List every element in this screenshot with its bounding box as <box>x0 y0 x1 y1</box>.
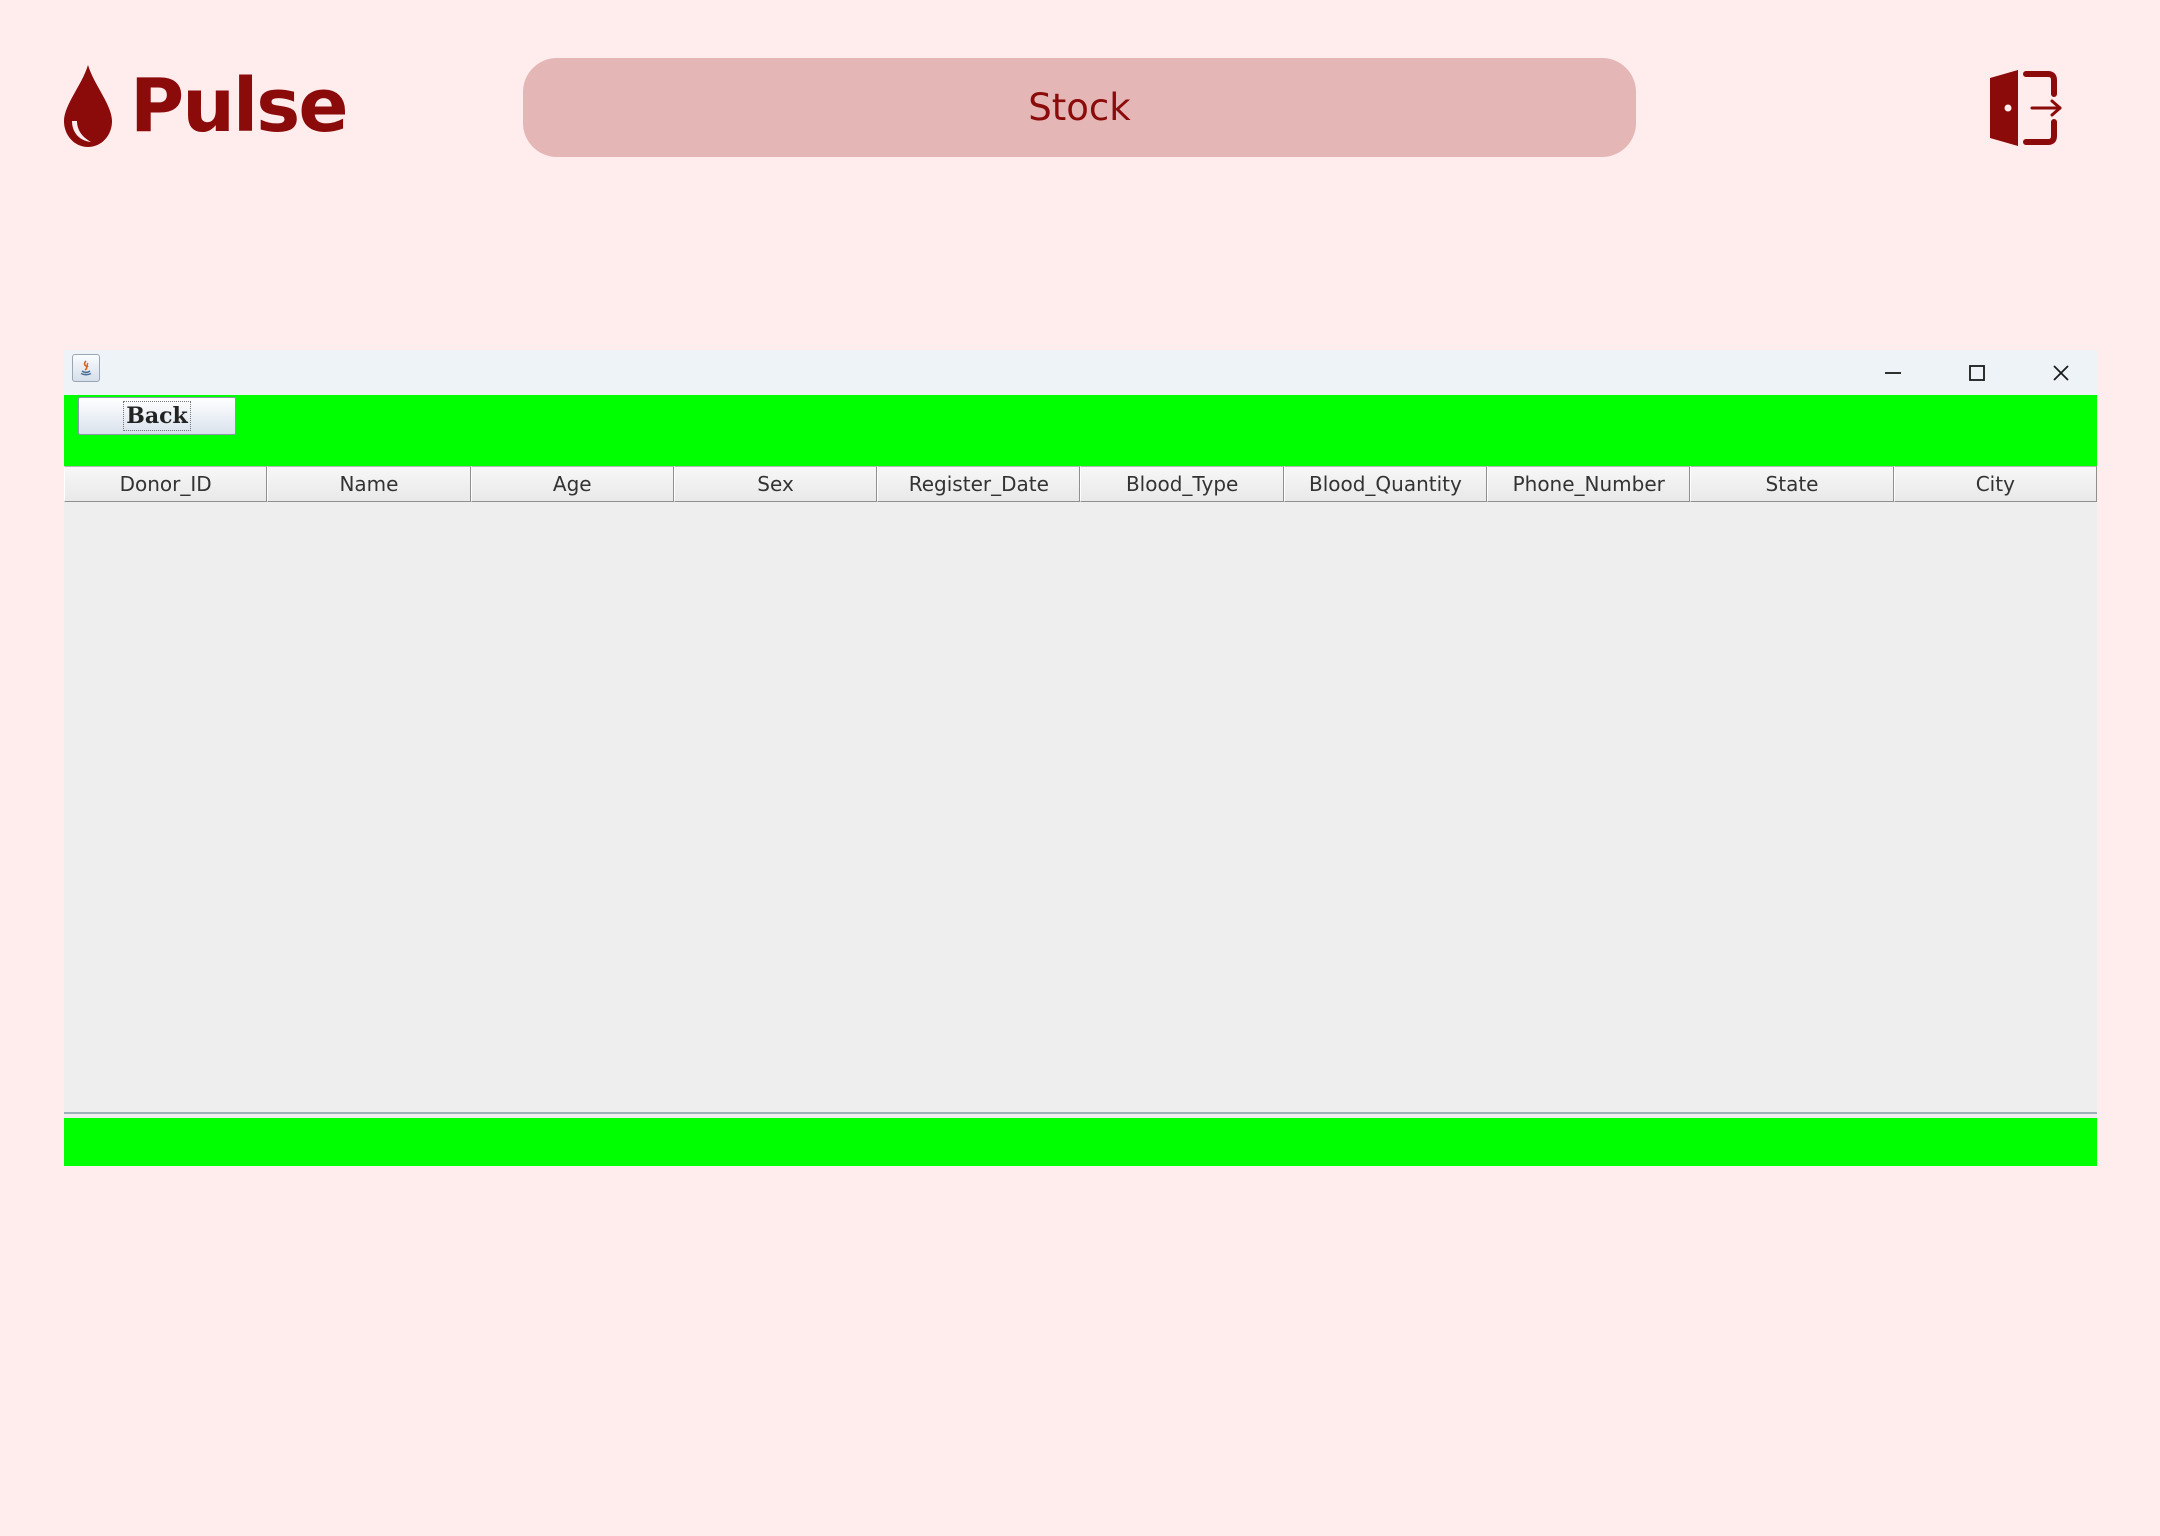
maximize-icon <box>1969 364 1985 381</box>
maximize-button[interactable] <box>1935 350 2019 395</box>
column-header-phone-number[interactable]: Phone_Number <box>1487 466 1691 502</box>
table-header: Donor_ID Name Age Sex Register_Date Bloo… <box>64 466 2097 502</box>
close-icon <box>2053 364 2069 381</box>
column-header-blood-type[interactable]: Blood_Type <box>1080 466 1284 502</box>
window-titlebar[interactable] <box>64 350 2097 395</box>
column-header-name[interactable]: Name <box>267 466 471 502</box>
footer-panel <box>64 1118 2097 1166</box>
stock-window: Back Donor_ID Name Age Sex Register_Date… <box>64 350 2097 1166</box>
blood-drop-icon <box>64 65 112 147</box>
brand-logo: Pulse <box>60 60 349 152</box>
toolbar-panel: Back <box>64 395 2097 466</box>
column-header-city[interactable]: City <box>1893 466 2097 502</box>
logout-button[interactable] <box>1988 68 2064 148</box>
table-body[interactable] <box>64 502 2097 1114</box>
brand-name: Pulse <box>130 63 349 149</box>
column-header-register-date[interactable]: Register_Date <box>877 466 1081 502</box>
column-header-sex[interactable]: Sex <box>673 466 878 502</box>
java-app-icon[interactable] <box>72 354 100 382</box>
page-title-label: Stock <box>1028 86 1131 129</box>
minimize-icon <box>1885 371 1901 374</box>
back-button[interactable]: Back <box>78 397 236 435</box>
close-button[interactable] <box>2019 350 2103 395</box>
column-header-age[interactable]: Age <box>470 466 674 502</box>
column-header-blood-quantity[interactable]: Blood_Quantity <box>1283 466 1488 502</box>
back-button-label: Back <box>123 401 191 431</box>
column-header-donor-id[interactable]: Donor_ID <box>64 466 268 502</box>
minimize-button[interactable] <box>1851 350 1935 395</box>
page-title[interactable]: Stock <box>523 58 1636 157</box>
column-header-state[interactable]: State <box>1690 466 1894 502</box>
logout-door-icon <box>1990 70 2062 146</box>
